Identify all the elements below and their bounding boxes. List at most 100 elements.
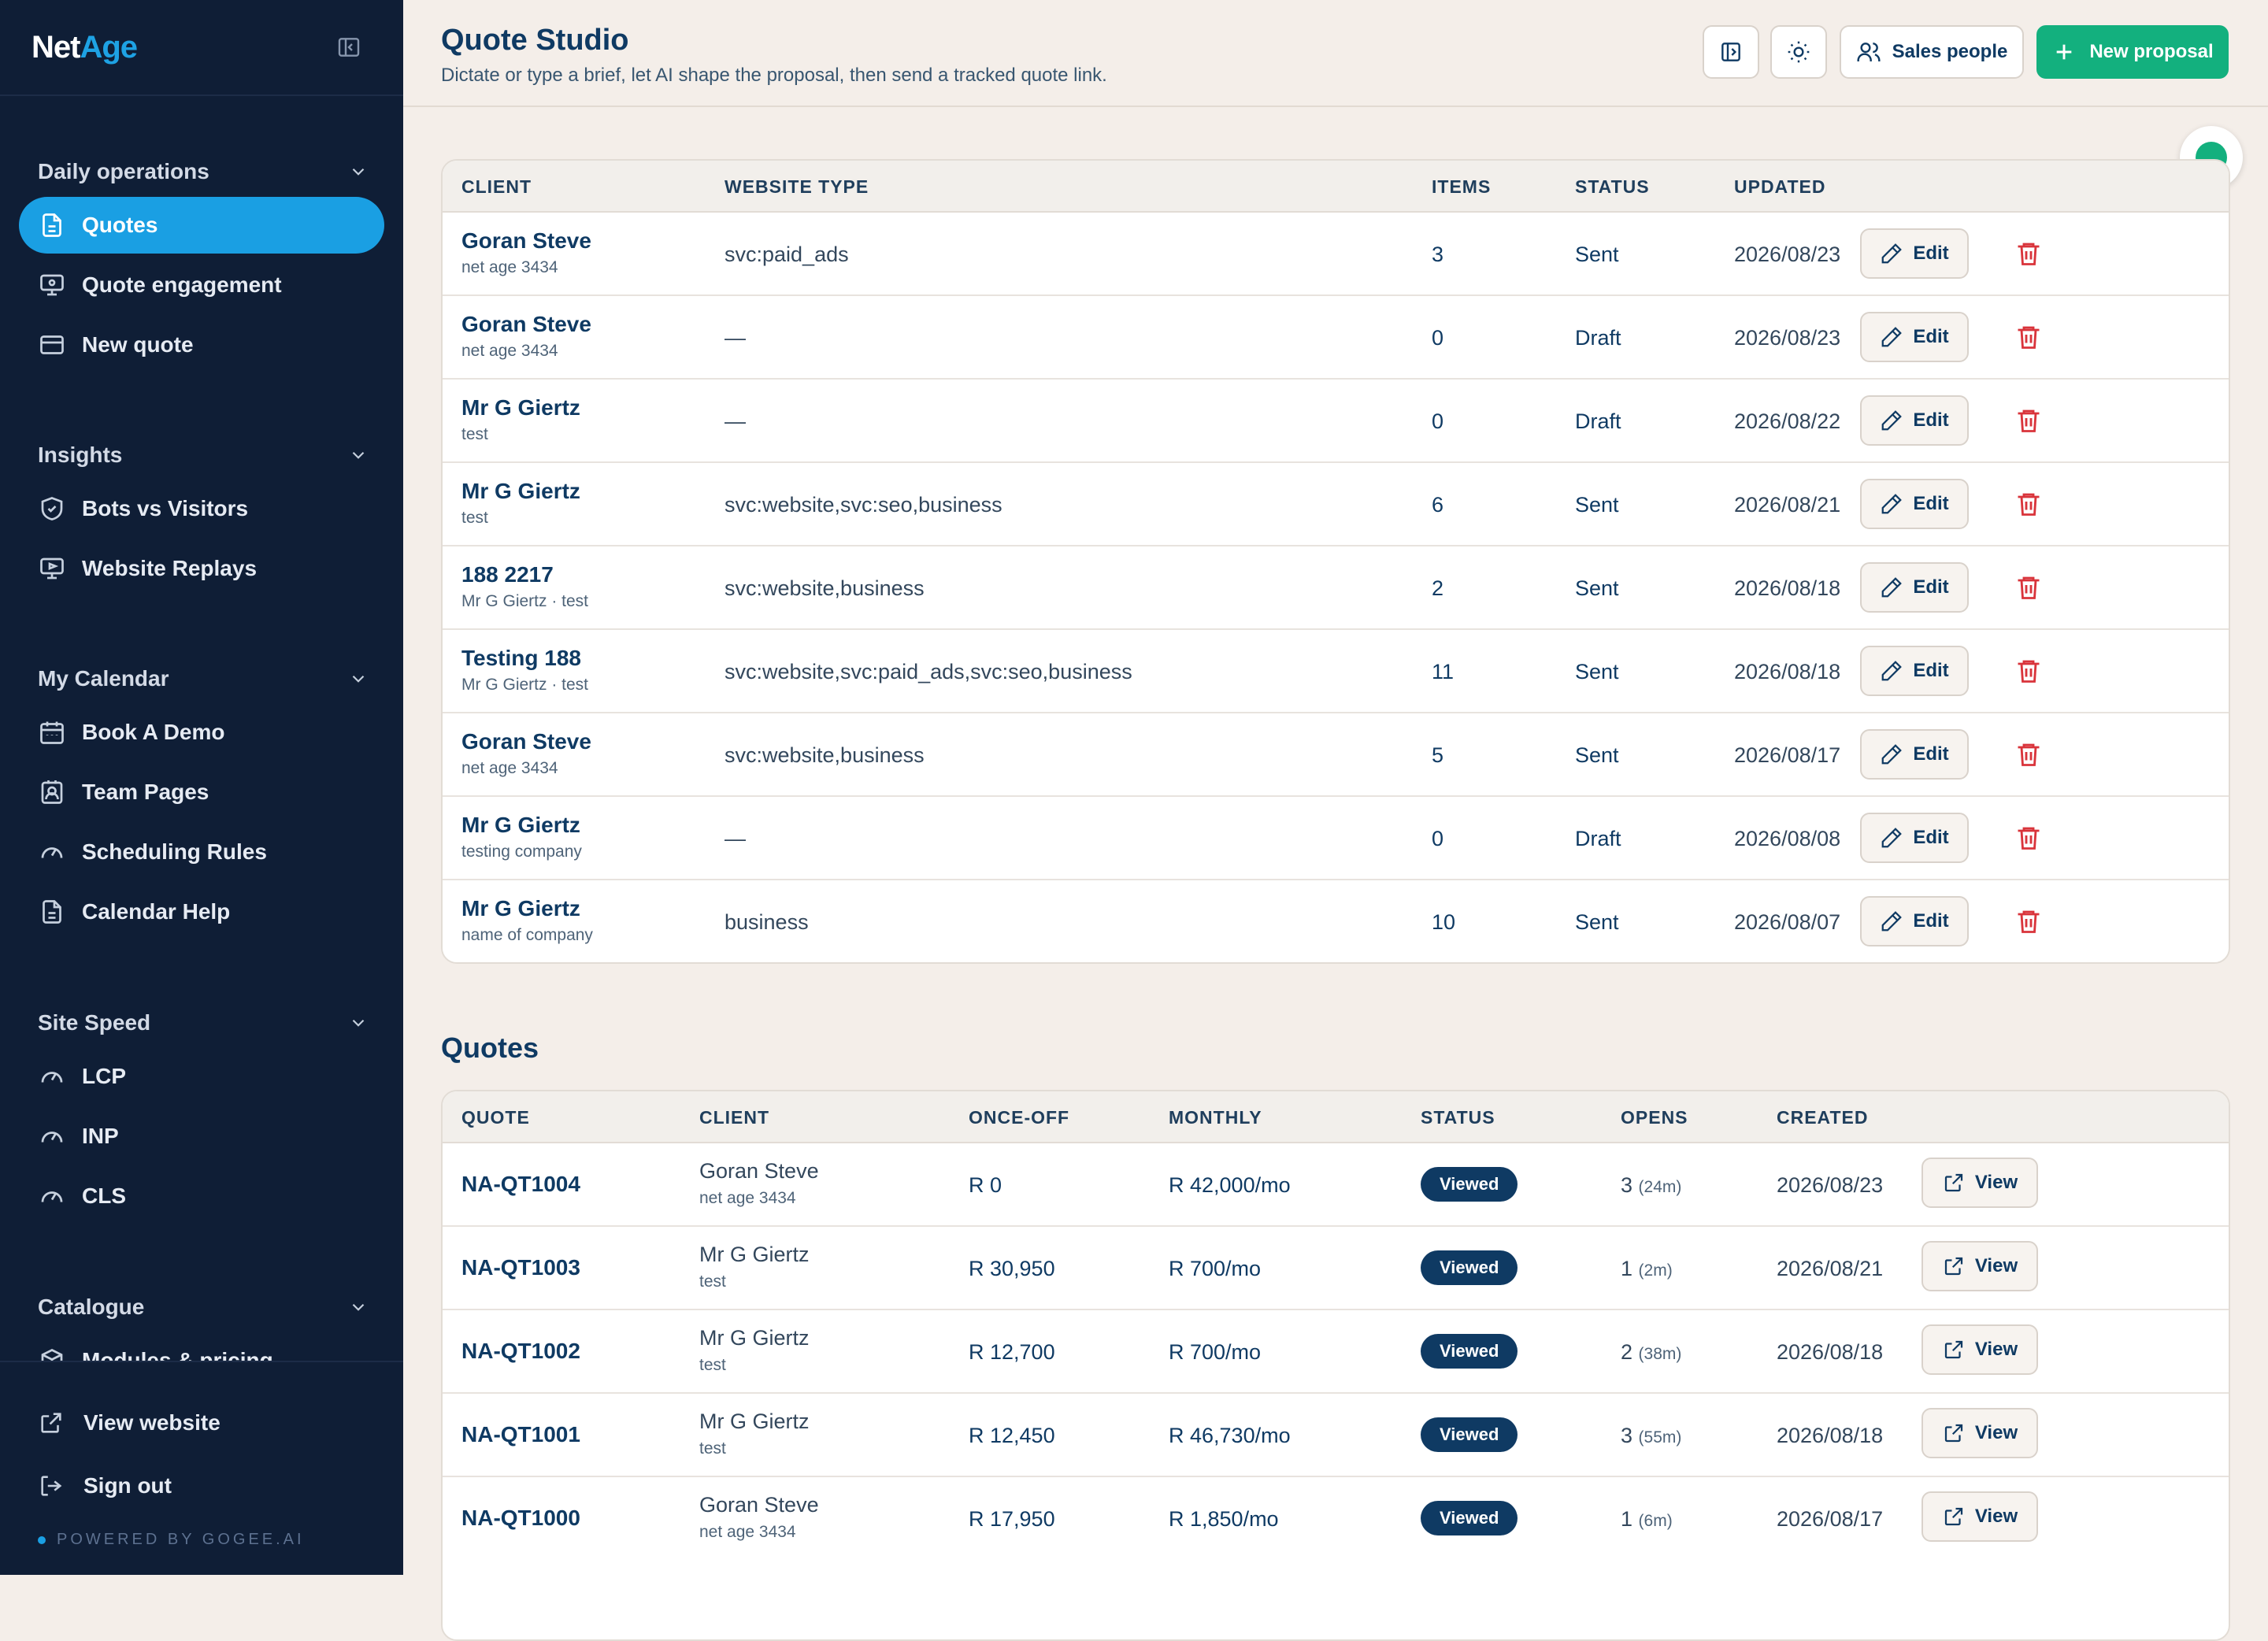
client-name[interactable]: Goran Steve (461, 228, 591, 254)
delete-button[interactable] (2014, 657, 2043, 685)
theme-toggle-button[interactable] (1770, 25, 1827, 79)
client-company: test (699, 1356, 726, 1374)
edit-button[interactable]: Edit (1860, 896, 1969, 946)
opens-count: 3 (55m) (1621, 1424, 1681, 1448)
edit-button[interactable]: Edit (1860, 729, 1969, 780)
sidebar-item-label: New quote (82, 332, 194, 357)
website-type: — (724, 326, 746, 350)
client-name[interactable]: Testing 188 (461, 646, 581, 671)
client-name[interactable]: Goran Steve (461, 312, 591, 337)
view-button[interactable]: View (1922, 1241, 2038, 1291)
sidebar-collapse-icon[interactable] (335, 35, 362, 60)
external-link-icon (1944, 1424, 1962, 1443)
opens-count: 2 (38m) (1621, 1340, 1681, 1365)
sidebar-item-new-quote[interactable]: New quote (19, 317, 384, 373)
edit-button[interactable]: Edit (1860, 646, 1969, 696)
delete-button[interactable] (2014, 323, 2043, 351)
pencil-icon (1881, 828, 1903, 848)
gauge-icon (41, 1191, 63, 1202)
quote-id[interactable]: NA-QT1003 (461, 1255, 580, 1280)
sidebar-item-quotes[interactable]: Quotes (19, 197, 384, 254)
view-button[interactable]: View (1922, 1324, 2038, 1375)
table-row[interactable]: 188 2217 Mr G Giertz · test svc:website,bu… (443, 546, 2229, 630)
edit-button[interactable]: Edit (1860, 562, 1969, 613)
sidebar-item-website-replays[interactable]: Website Replays (19, 540, 384, 597)
sidebar-item-team-pages[interactable]: Team Pages (19, 764, 384, 820)
table-row[interactable]: Mr G Giertz name of company business 10 Sent… (443, 880, 2229, 962)
edit-button[interactable]: Edit (1860, 312, 1969, 362)
sign-out-link[interactable]: Sign out (38, 1472, 172, 1499)
pencil-icon (1881, 410, 1903, 431)
gauge-icon (41, 1132, 63, 1143)
table-row[interactable]: Goran Steve net age 3434 — 0 Draft 2026/08/23… (443, 296, 2229, 380)
sidebar-item-bots-vs-visitors[interactable]: Bots vs Visitors (19, 480, 384, 537)
trash-icon (2018, 743, 2040, 766)
quote-id[interactable]: NA-QT1004 (461, 1172, 580, 1197)
brand-logo[interactable]: NetAge (32, 30, 138, 65)
client-name[interactable]: Mr G Giertz (461, 896, 580, 921)
table-row[interactable]: NA-QT1000 Goran Steve net age 3434 R 17,950… (443, 1477, 2229, 1561)
view-button[interactable]: View (1922, 1408, 2038, 1458)
view-button[interactable]: View (1922, 1158, 2038, 1208)
table-row[interactable]: NA-QT1002 Mr G Giertz test R 12,700 R 700/mo… (443, 1310, 2229, 1394)
client-name[interactable]: Mr G Giertz (461, 395, 580, 420)
chevron-down-icon (352, 675, 365, 683)
client-name[interactable]: 188 2217 (461, 562, 554, 587)
edit-button[interactable]: Edit (1860, 228, 1969, 279)
sidebar-item-scheduling-rules[interactable]: Scheduling Rules (19, 824, 384, 880)
panel-toggle-button[interactable] (1703, 25, 1759, 79)
file-text-icon (43, 900, 61, 924)
view-button[interactable]: View (1922, 1491, 2038, 1542)
view-website-link[interactable]: View website (38, 1409, 220, 1436)
pencil-icon (1881, 661, 1903, 681)
delete-button[interactable] (2014, 573, 2043, 602)
delete-button[interactable] (2014, 740, 2043, 769)
sidebar-item-calendar-help[interactable]: Calendar Help (19, 883, 384, 940)
table-row[interactable]: NA-QT1001 Mr G Giertz test R 12,450 R 46,730… (443, 1394, 2229, 1477)
view-label: View (1974, 1422, 2018, 1443)
edit-button[interactable]: Edit (1860, 395, 1969, 446)
sidebar: NetAge Daily operations Quotes Quote engag… (0, 0, 403, 1575)
table-row[interactable]: NA-QT1004 Goran Steve net age 3434 R 0 R 42,… (443, 1143, 2229, 1227)
nav-group-toggle[interactable]: My Calendar (38, 661, 369, 696)
sidebar-item-lcp[interactable]: LCP (19, 1048, 384, 1105)
table-row[interactable]: Mr G Giertz test svc:website,svc:seo,busin… (443, 463, 2229, 546)
once-off-amount: R 30,950 (969, 1257, 1055, 1280)
client-name[interactable]: Mr G Giertz (461, 479, 580, 504)
quote-id[interactable]: NA-QT1000 (461, 1506, 580, 1531)
new-proposal-button[interactable]: New proposal (2036, 25, 2229, 79)
delete-button[interactable] (2014, 907, 2043, 935)
quote-id[interactable]: NA-QT1002 (461, 1339, 580, 1364)
column-client: CLIENT (461, 176, 532, 197)
table-row[interactable]: Goran Steve net age 3434 svc:website,busin… (443, 713, 2229, 797)
table-row[interactable]: Testing 188 Mr G Giertz · test svc:website… (443, 630, 2229, 713)
table-row[interactable]: NA-QT1003 Mr G Giertz test R 30,950 R 700/mo… (443, 1227, 2229, 1310)
delete-button[interactable] (2014, 239, 2043, 268)
table-row[interactable]: Mr G Giertz test — 0 Draft 2026/08/22 Edit (443, 380, 2229, 463)
sidebar-item-label: LCP (82, 1064, 126, 1088)
monitor-play-icon (40, 557, 64, 580)
sidebar-item-book-a-demo[interactable]: Book A Demo (19, 704, 384, 761)
sales-people-button[interactable]: Sales people (1840, 25, 2024, 79)
table-row[interactable]: Mr G Giertz testing company — 0 Draft 2026/08… (443, 797, 2229, 880)
items-count: 5 (1432, 743, 1444, 767)
delete-button[interactable] (2014, 406, 2043, 435)
nav-group-toggle[interactable]: Site Speed (38, 1006, 369, 1040)
table-row[interactable]: Goran Steve net age 3434 svc:paid_ads 3 Sent… (443, 213, 2229, 296)
column-client: CLIENT (699, 1107, 770, 1128)
sidebar-item-quote-engagement[interactable]: Quote engagement (19, 257, 384, 313)
delete-button[interactable] (2014, 824, 2043, 852)
nav-group-toggle[interactable]: Insights (38, 438, 369, 472)
monthly-amount: R 42,000/mo (1169, 1173, 1291, 1197)
sidebar-item-cls[interactable]: CLS (19, 1168, 384, 1224)
nav-group-toggle[interactable]: Daily operations (38, 154, 369, 189)
opens-count: 1 (6m) (1621, 1507, 1673, 1532)
nav-group-toggle[interactable]: Catalogue (38, 1290, 369, 1324)
delete-button[interactable] (2014, 490, 2043, 518)
sidebar-item-inp[interactable]: INP (19, 1108, 384, 1165)
edit-button[interactable]: Edit (1860, 813, 1969, 863)
client-name[interactable]: Goran Steve (461, 729, 591, 754)
client-name[interactable]: Mr G Giertz (461, 813, 580, 838)
quote-id[interactable]: NA-QT1001 (461, 1422, 580, 1447)
edit-button[interactable]: Edit (1860, 479, 1969, 529)
